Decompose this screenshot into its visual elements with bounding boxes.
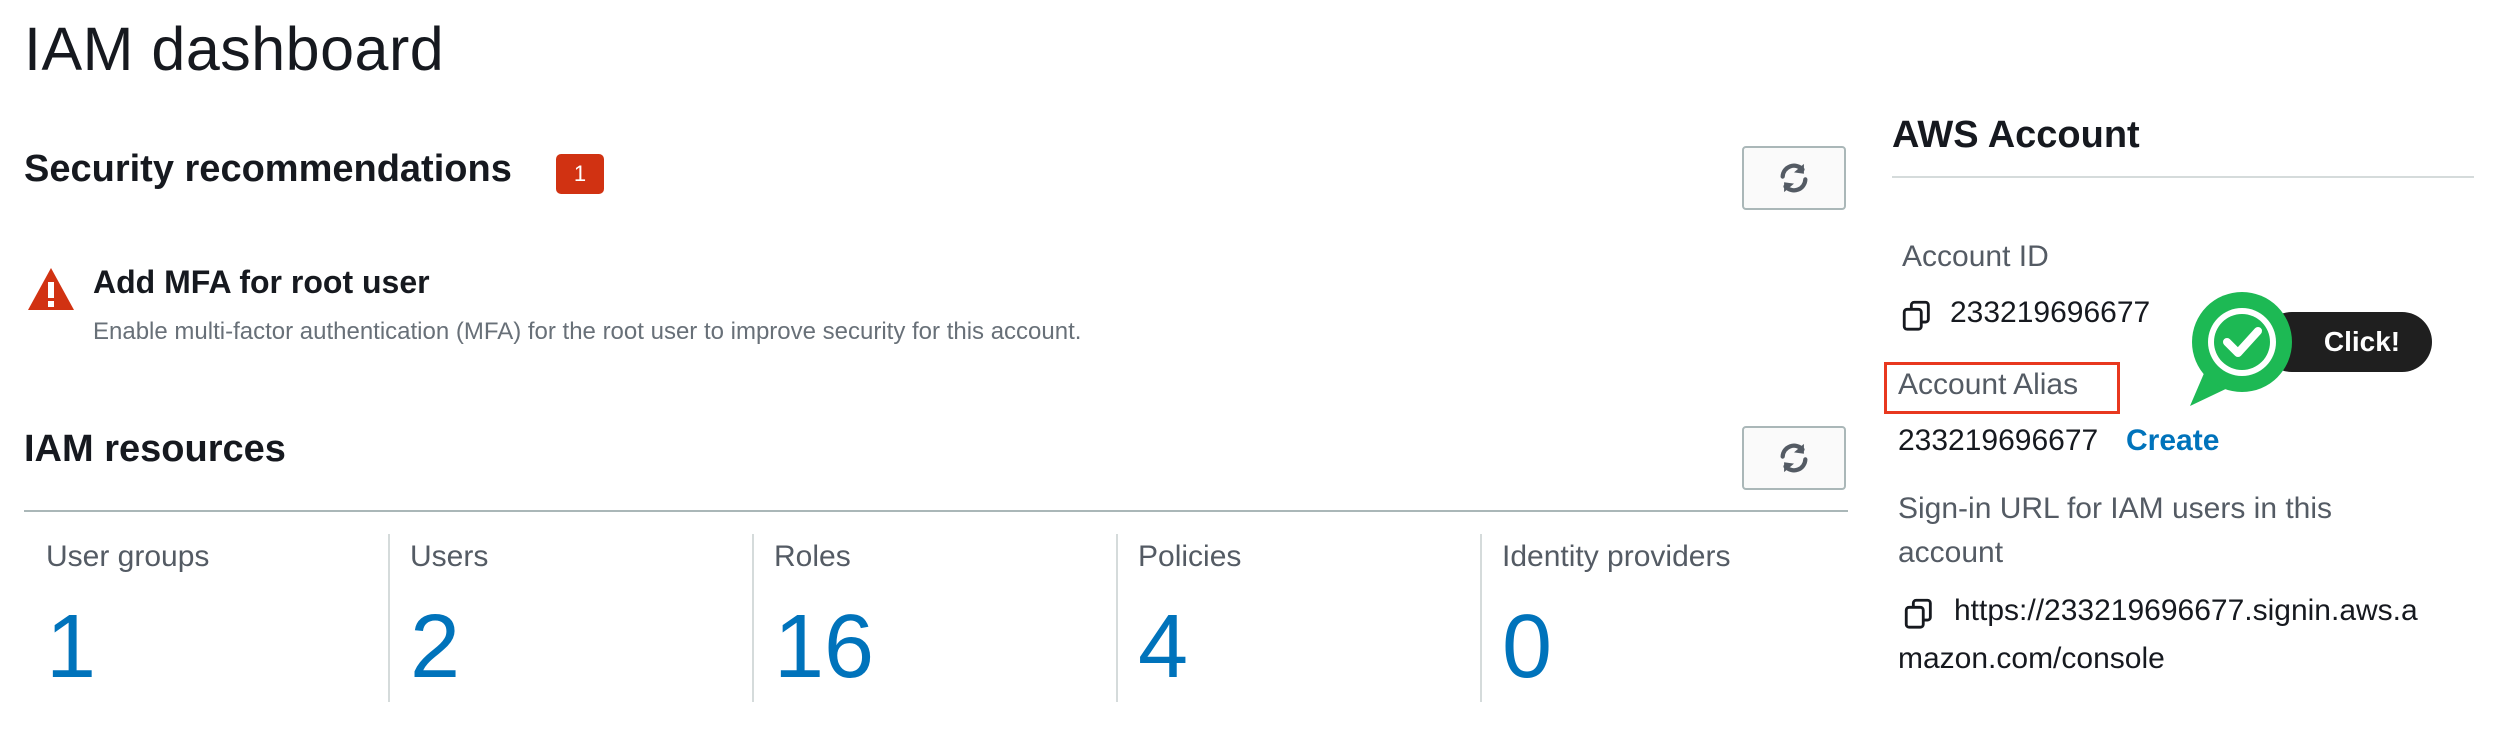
iam-resources-title: IAM resources bbox=[24, 428, 286, 470]
resource-label: Roles bbox=[774, 540, 851, 573]
copy-icon[interactable] bbox=[1902, 596, 1936, 630]
page-title: IAM dashboard bbox=[24, 15, 445, 83]
recommendation-title[interactable]: Add MFA for root user bbox=[93, 264, 430, 301]
resources-divider bbox=[24, 510, 1848, 512]
alias-highlight-box bbox=[1884, 362, 2120, 414]
resource-label: User groups bbox=[46, 540, 210, 573]
account-alias-value: 233219696677 bbox=[1898, 424, 2099, 457]
account-id-label: Account ID bbox=[1902, 240, 2049, 273]
checkmark-icon bbox=[2190, 292, 2292, 406]
resource-count[interactable]: 0 bbox=[1502, 596, 1552, 699]
resource-user-groups[interactable]: User groups 1 bbox=[24, 534, 388, 702]
security-refresh-button[interactable] bbox=[1742, 146, 1846, 210]
column-separator bbox=[388, 534, 390, 702]
resource-count[interactable]: 4 bbox=[1138, 596, 1188, 699]
security-recommendations-title: Security recommendations bbox=[24, 148, 512, 190]
resource-count[interactable]: 16 bbox=[774, 596, 874, 699]
copy-icon[interactable] bbox=[1900, 298, 1934, 332]
signin-url-line2[interactable]: mazon.com/console bbox=[1898, 642, 2165, 676]
resource-identity-providers[interactable]: Identity providers 0 bbox=[1480, 534, 1844, 702]
signin-url-label-line2: account bbox=[1898, 536, 2004, 569]
resources-refresh-button[interactable] bbox=[1742, 426, 1846, 490]
create-alias-link[interactable]: Create bbox=[2126, 424, 2219, 458]
recommendation-description: Enable multi-factor authentication (MFA)… bbox=[93, 318, 1082, 345]
security-count-badge: 1 bbox=[556, 154, 604, 194]
refresh-icon bbox=[1780, 163, 1808, 193]
resource-count[interactable]: 1 bbox=[46, 596, 96, 699]
resource-count[interactable]: 2 bbox=[410, 596, 460, 699]
resource-label: Users bbox=[410, 540, 489, 573]
resource-users[interactable]: Users 2 bbox=[388, 534, 752, 702]
resource-label: Identity providers bbox=[1502, 540, 1731, 573]
column-separator bbox=[1480, 534, 1482, 702]
resource-roles[interactable]: Roles 16 bbox=[752, 534, 1116, 702]
resource-policies[interactable]: Policies 4 bbox=[1116, 534, 1480, 702]
aws-account-title: AWS Account bbox=[1892, 114, 2140, 156]
column-separator bbox=[752, 534, 754, 702]
column-separator bbox=[1116, 534, 1118, 702]
account-id-value: 233219696677 bbox=[1950, 296, 2151, 329]
signin-url-label-line1: Sign-in URL for IAM users in this bbox=[1898, 492, 2333, 525]
resource-label: Policies bbox=[1138, 540, 1242, 573]
account-divider bbox=[1892, 176, 2474, 178]
warning-icon bbox=[28, 268, 74, 310]
refresh-icon bbox=[1780, 443, 1808, 473]
signin-url-line1[interactable]: https://233219696677.signin.aws.a bbox=[1954, 594, 2418, 628]
